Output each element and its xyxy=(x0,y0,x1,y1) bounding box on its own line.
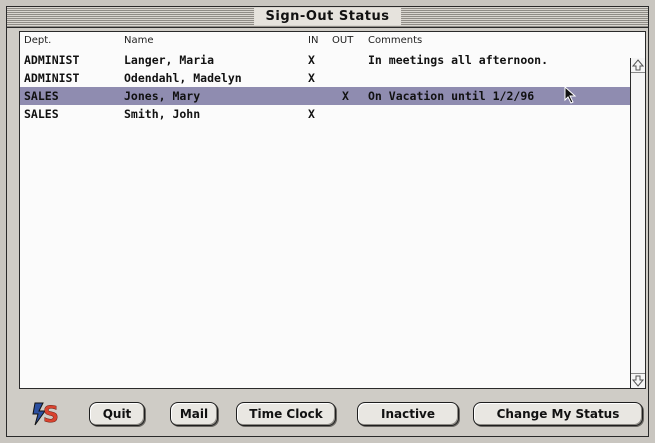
column-header-comments[interactable]: Comments xyxy=(368,35,422,46)
cell-in: X xyxy=(308,53,315,67)
cell-name: Langer, Maria xyxy=(124,53,215,67)
cell-name: Jones, Mary xyxy=(124,89,201,103)
title-bar[interactable]: Sign-Out Status xyxy=(7,7,648,28)
cell-out: X xyxy=(342,89,349,103)
cell-comments: In meetings all afternoon. xyxy=(368,53,549,67)
mouse-pointer-icon xyxy=(564,86,577,104)
cell-dept: ADMINIST xyxy=(24,71,80,85)
table-row[interactable]: ADMINIST Langer, Maria X In meetings all… xyxy=(20,51,632,69)
cell-in: X xyxy=(308,107,315,121)
mail-button[interactable]: Mail xyxy=(170,402,218,426)
logo-letter: S xyxy=(43,403,59,428)
vertical-scrollbar[interactable] xyxy=(630,58,645,388)
status-list: Dept. Name IN OUT Comments ADMINIST Lang… xyxy=(19,31,646,389)
table-row-selected[interactable]: SALES Jones, Mary X On Vacation until 1/… xyxy=(20,87,632,105)
change-my-status-button[interactable]: Change My Status xyxy=(473,402,643,426)
cell-comments: On Vacation until 1/2/96 xyxy=(368,89,535,103)
sign-out-status-window: Sign-Out Status Dept. Name IN OUT Commen… xyxy=(6,6,649,437)
column-header-in[interactable]: IN xyxy=(308,35,318,46)
cell-dept: SALES xyxy=(24,89,59,103)
column-header-row: Dept. Name IN OUT Comments xyxy=(20,32,632,48)
app-logo-icon: S xyxy=(32,402,59,428)
column-header-dept[interactable]: Dept. xyxy=(24,35,51,46)
scroll-down-arrow-icon[interactable] xyxy=(631,373,645,388)
cell-name: Smith, John xyxy=(124,107,201,121)
quit-button[interactable]: Quit xyxy=(89,402,145,426)
button-bar: S Quit Mail Time Clock Inactive Change M… xyxy=(7,393,650,438)
rows-container: ADMINIST Langer, Maria X In meetings all… xyxy=(20,51,632,123)
cell-name: Odendahl, Madelyn xyxy=(124,71,242,85)
scroll-up-arrow-icon[interactable] xyxy=(631,58,645,73)
column-header-out[interactable]: OUT xyxy=(332,35,353,46)
window-title: Sign-Out Status xyxy=(253,8,402,25)
cell-dept: SALES xyxy=(24,107,59,121)
cell-in: X xyxy=(308,71,315,85)
time-clock-button[interactable]: Time Clock xyxy=(236,402,336,426)
table-row[interactable]: ADMINIST Odendahl, Madelyn X xyxy=(20,69,632,87)
cell-dept: ADMINIST xyxy=(24,53,80,67)
inactive-button[interactable]: Inactive xyxy=(357,402,459,426)
column-header-name[interactable]: Name xyxy=(124,35,154,46)
table-row[interactable]: SALES Smith, John X xyxy=(20,105,632,123)
